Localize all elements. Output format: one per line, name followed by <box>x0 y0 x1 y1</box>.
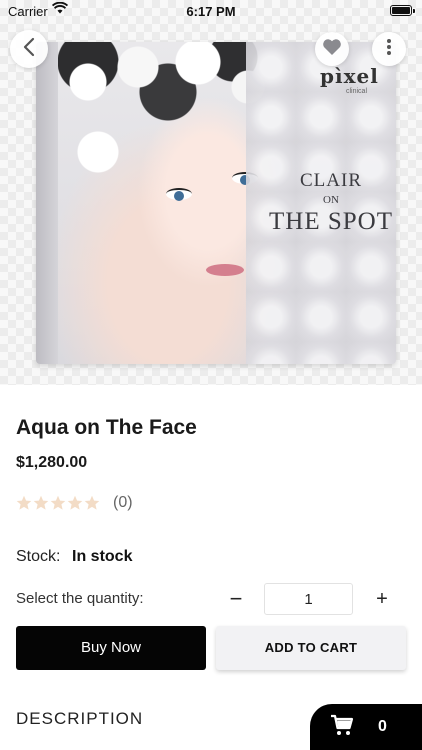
cart-button[interactable]: 0 <box>310 704 422 750</box>
box-text-line2: ON <box>323 194 339 206</box>
box-text-line1: CLAIR <box>300 170 362 191</box>
description-heading: DESCRIPTION <box>16 709 144 728</box>
cart-count: 0 <box>378 718 387 735</box>
battery-icon <box>390 5 415 16</box>
favorite-button[interactable] <box>315 32 349 66</box>
product-box-photo: pìxel clinical CLAIR ON THE SPOT <box>36 42 396 364</box>
back-chevron-icon <box>22 37 36 62</box>
decrease-quantity-button[interactable]: − <box>222 583 250 615</box>
more-vertical-icon <box>386 38 392 61</box>
star-icon <box>67 495 83 511</box>
more-options-button[interactable] <box>372 32 406 66</box>
product-image[interactable]: pìxel clinical CLAIR ON THE SPOT <box>0 0 422 385</box>
box-side <box>36 42 58 364</box>
flower-illustration <box>58 42 278 192</box>
star-icon <box>50 495 66 511</box>
eye-illustration <box>166 188 192 201</box>
stock-status: In stock <box>72 548 133 565</box>
product-title: Aqua on The Face <box>16 416 197 439</box>
cart-icon <box>330 714 354 741</box>
stock-label: Stock: <box>16 548 61 565</box>
rating-row[interactable]: (0) <box>16 494 133 512</box>
increase-quantity-button[interactable]: + <box>368 583 396 615</box>
star-icon <box>16 495 32 511</box>
buy-now-button[interactable]: Buy Now <box>16 626 206 670</box>
status-bar: Carrier 6:17 PM <box>0 0 422 22</box>
status-time: 6:17 PM <box>186 4 236 19</box>
back-button[interactable] <box>10 30 48 68</box>
lips-illustration <box>206 264 244 276</box>
review-count: (0) <box>113 494 133 511</box>
star-icon <box>33 495 49 511</box>
add-to-cart-button[interactable]: ADD TO CART <box>216 626 406 670</box>
box-text-line3: THE SPOT <box>269 208 393 235</box>
product-price: $1,280.00 <box>16 454 88 471</box>
brand-logo: pìxel <box>320 64 379 88</box>
star-icon <box>84 495 100 511</box>
quantity-input[interactable]: 1 <box>264 583 353 615</box>
brand-subtitle: clinical <box>346 88 368 95</box>
quantity-label: Select the quantity: <box>16 590 144 607</box>
heart-icon <box>322 38 342 61</box>
